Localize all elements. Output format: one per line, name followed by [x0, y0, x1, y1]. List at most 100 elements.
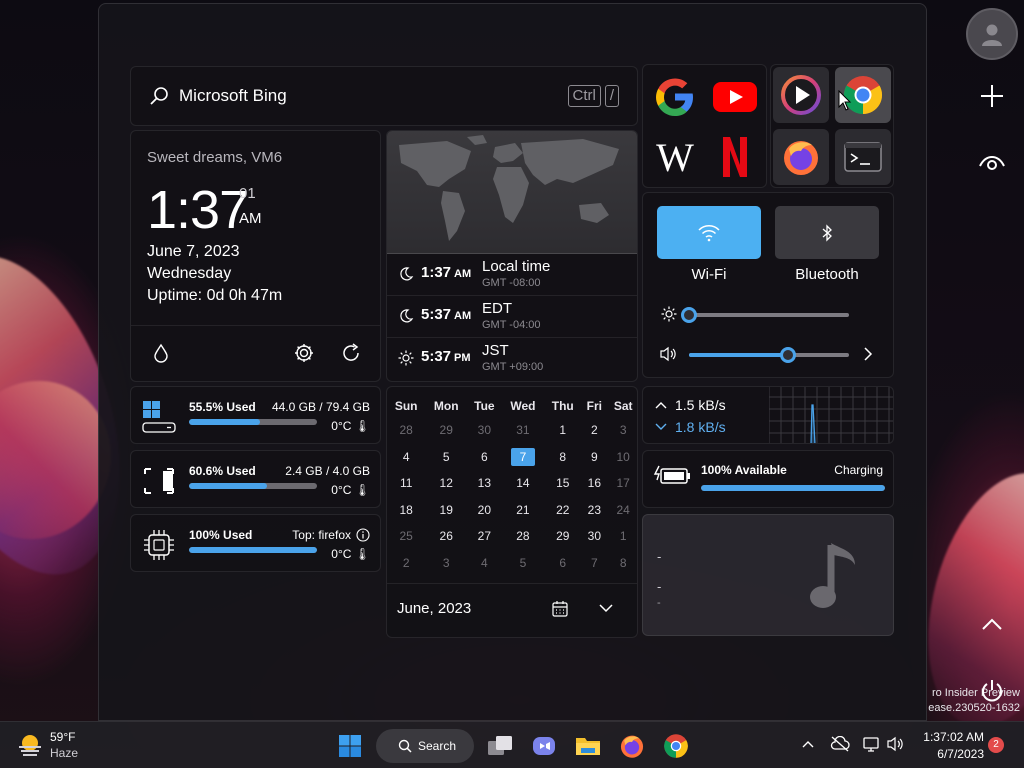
calendar-icon[interactable] [551, 600, 569, 618]
settings-gear-icon[interactable] [293, 342, 315, 364]
file-explorer-button[interactable] [572, 730, 604, 762]
wikipedia-shortcut[interactable]: W [647, 129, 703, 185]
profile-button[interactable] [966, 8, 1018, 60]
calendar-day[interactable]: 6 [467, 444, 502, 471]
volume-slider-thumb[interactable] [780, 347, 797, 363]
calendar-day[interactable]: 5 [502, 550, 545, 577]
calendar-day[interactable]: 7 [581, 550, 607, 577]
calendar-day[interactable]: 26 [425, 523, 467, 550]
calendar-day[interactable]: 31 [502, 417, 545, 444]
notification-badge[interactable]: 2 [988, 737, 1004, 753]
calendar-day[interactable]: 14 [502, 470, 545, 497]
calendar-day[interactable]: 8 [544, 444, 581, 471]
taskbar-search[interactable]: Search [376, 729, 474, 763]
calendar-day[interactable]: 9 [581, 444, 607, 471]
calendar-day[interactable]: 1 [607, 523, 639, 550]
calendar-day[interactable]: 11 [387, 470, 425, 497]
chrome-taskbar-button[interactable] [660, 730, 692, 762]
calendar-day[interactable]: 30 [581, 523, 607, 550]
add-widget-button[interactable] [976, 80, 1008, 112]
calendar-day[interactable]: 30 [467, 417, 502, 444]
memory-usage-widget: 60.6% Used 2.4 GB / 4.0 GB 0°C 🌡 [130, 450, 381, 508]
folder-icon [576, 738, 600, 755]
cloud-off-icon[interactable] [830, 736, 850, 752]
calendar-day[interactable]: 3 [425, 550, 467, 577]
calendar-day[interactable]: 4 [387, 444, 425, 471]
calendar-day[interactable]: 1 [544, 417, 581, 444]
wifi-toggle[interactable] [657, 206, 761, 259]
calendar-day[interactable]: 28 [502, 523, 545, 550]
thermometer-icon: 🌡 [354, 483, 370, 497]
calendar-day[interactable]: 20 [467, 497, 502, 524]
speaker-icon[interactable] [886, 736, 904, 752]
calendar-day[interactable]: 16 [581, 470, 607, 497]
calendar-day[interactable]: 29 [544, 523, 581, 550]
timezone-label: EDT [482, 300, 512, 317]
calendar-day[interactable]: 4 [467, 550, 502, 577]
brightness-slider[interactable] [681, 307, 849, 323]
calendar-day[interactable]: 12 [425, 470, 467, 497]
chevron-down-icon[interactable] [599, 604, 613, 613]
calendar-day-today[interactable]: 7 [502, 444, 545, 471]
calendar-weekday-header: Sun [394, 399, 418, 413]
google-shortcut[interactable] [647, 69, 703, 125]
calendar-day[interactable]: 29 [425, 417, 467, 444]
cpu-detail: Top: firefox [292, 528, 370, 542]
calendar-day[interactable]: 3 [607, 417, 639, 444]
task-view-button[interactable] [484, 730, 516, 762]
info-icon[interactable] [356, 528, 370, 542]
chevron-up-icon[interactable] [802, 740, 814, 748]
calendar-day[interactable]: 19 [425, 497, 467, 524]
collapse-up-button[interactable] [978, 612, 1006, 636]
calendar-day[interactable]: 18 [387, 497, 425, 524]
calendar-day[interactable]: 15 [544, 470, 581, 497]
netflix-shortcut[interactable] [707, 129, 763, 185]
water-drop-icon[interactable] [153, 343, 169, 363]
calendar-day[interactable]: 27 [467, 523, 502, 550]
refresh-icon[interactable] [340, 342, 362, 364]
volume-slider[interactable] [689, 347, 849, 363]
shortcut-key-ctrl: Ctrl [567, 85, 601, 107]
moon-icon [400, 267, 414, 281]
calendar-day[interactable]: 28 [387, 417, 425, 444]
moon-icon [400, 309, 414, 323]
calendar-day[interactable]: 24 [607, 497, 639, 524]
firefox-shortcut[interactable] [773, 129, 829, 185]
terminal-shortcut[interactable] [835, 129, 891, 185]
calendar-day[interactable]: 21 [502, 497, 545, 524]
media-album: - [657, 597, 661, 609]
volume-icon[interactable] [659, 346, 677, 362]
bluetooth-toggle[interactable] [775, 206, 879, 259]
calendar-day[interactable]: 13 [467, 470, 502, 497]
task-view-icon [488, 736, 512, 755]
calendar-day[interactable]: 2 [581, 417, 607, 444]
calendar-day[interactable]: 8 [607, 550, 639, 577]
timezone-ampm: AM [454, 268, 472, 280]
calendar-day[interactable]: 5 [425, 444, 467, 471]
system-clock[interactable]: 1:37:02 AM 6/7/2023 [914, 729, 984, 763]
network-icon[interactable] [862, 736, 880, 752]
calendar-day[interactable]: 10 [607, 444, 639, 471]
media-player-shortcut[interactable] [773, 67, 829, 123]
weather-widget[interactable]: 59°F Haze [16, 729, 106, 763]
search-box[interactable]: Microsoft Bing Ctrl / [130, 66, 638, 126]
firefox-icon [784, 141, 818, 175]
calendar-day[interactable]: 22 [544, 497, 581, 524]
calendar-weekday-header: Wed [510, 399, 536, 413]
firefox-taskbar-button[interactable] [616, 730, 648, 762]
calendar-day[interactable]: 17 [607, 470, 639, 497]
chevron-right-icon[interactable] [863, 347, 873, 361]
brightness-slider-thumb[interactable] [681, 307, 697, 323]
calendar-day[interactable]: 2 [387, 550, 425, 577]
calendar-day[interactable]: 6 [544, 550, 581, 577]
power-button[interactable] [976, 676, 1008, 706]
calendar-day[interactable]: 25 [387, 523, 425, 550]
visibility-button[interactable] [976, 146, 1008, 178]
youtube-shortcut[interactable] [707, 69, 763, 125]
teams-chat-button[interactable] [528, 730, 560, 762]
disk-temp: 0°C 🌡 [331, 419, 370, 433]
start-button[interactable] [334, 730, 366, 762]
download-speed: 1.8 kB/s [655, 419, 726, 435]
calendar-day[interactable]: 23 [581, 497, 607, 524]
upload-speed-value: 1.5 kB/s [675, 397, 726, 413]
